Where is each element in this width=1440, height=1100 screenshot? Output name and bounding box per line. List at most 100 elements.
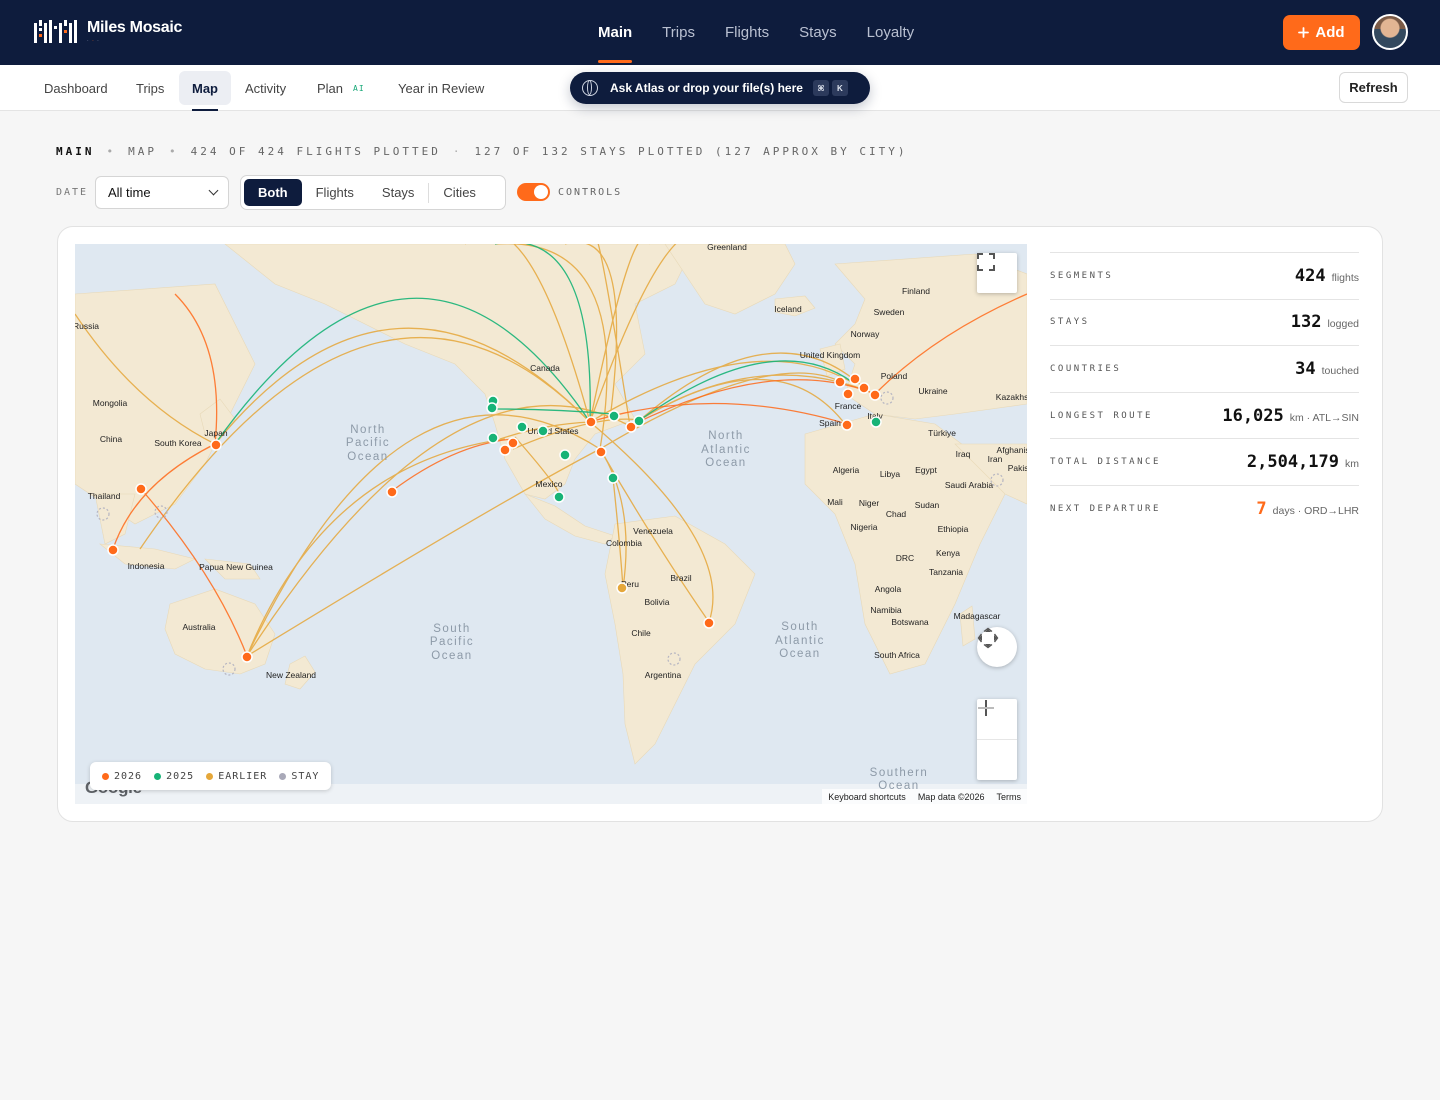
place-label: South Korea — [154, 438, 202, 448]
keyboard-shortcut: ⌘ K — [812, 80, 848, 96]
breadcrumb-root[interactable]: MAIN — [56, 145, 95, 158]
zoom-out-button[interactable] — [977, 707, 1017, 780]
airport-marker[interactable] — [585, 416, 597, 428]
airport-marker[interactable] — [607, 472, 619, 484]
place-label: Colombia — [606, 538, 642, 548]
main-nav-main[interactable]: Main — [583, 0, 647, 65]
tab-year-in-review[interactable]: Year in Review — [385, 71, 497, 105]
terms-link[interactable]: Terms — [997, 792, 1022, 802]
airport-marker[interactable] — [841, 419, 853, 431]
stat-value: 16,025 — [1222, 405, 1284, 426]
main-nav-trips[interactable]: Trips — [647, 0, 710, 65]
place-label: Kenya — [936, 548, 960, 558]
place-label: Libya — [880, 469, 901, 479]
ocean-south-pacific-3: Ocean — [431, 650, 472, 662]
airport-marker[interactable] — [386, 486, 398, 498]
place-label: Finland — [902, 286, 930, 296]
place-label: Norway — [851, 329, 881, 339]
date-range-select[interactable]: All time — [95, 176, 229, 209]
ask-atlas-bar[interactable]: Ask Atlas or drop your file(s) here ⌘ K — [570, 72, 870, 104]
place-label: Iraq — [956, 449, 971, 459]
airport-marker[interactable] — [849, 373, 861, 385]
airport-marker[interactable] — [608, 410, 620, 422]
mode-flights[interactable]: Flights — [302, 179, 368, 206]
mode-cities[interactable]: Cities — [429, 179, 490, 206]
main-nav-loyalty[interactable]: Loyalty — [852, 0, 930, 65]
airport-marker[interactable] — [858, 382, 870, 394]
airport-marker[interactable] — [703, 617, 715, 629]
add-button[interactable]: Add — [1283, 15, 1360, 50]
breadcrumb-page: MAP — [128, 145, 157, 158]
mode-stays[interactable]: Stays — [368, 179, 429, 206]
place-label: Russia — [75, 321, 99, 331]
airport-marker[interactable] — [210, 439, 222, 451]
map-canvas[interactable]: North Pacific Ocean North Atlantic Ocean… — [75, 244, 1027, 804]
airport-marker[interactable] — [842, 388, 854, 400]
app-name: Miles Mosaic — [87, 18, 183, 36]
flight-map[interactable]: North Pacific Ocean North Atlantic Ocean… — [75, 244, 1027, 804]
main-nav-stays[interactable]: Stays — [784, 0, 852, 65]
fullscreen-icon — [977, 253, 995, 271]
ocean-south-atlantic-3: Ocean — [779, 648, 820, 660]
airport-marker[interactable] — [834, 376, 846, 388]
place-label: Iran — [988, 454, 1003, 464]
main-nav-flights[interactable]: Flights — [710, 0, 784, 65]
place-label: United Kingdom — [800, 350, 860, 360]
top-bar: Miles Mosaic · · · Main Trips Flights St… — [0, 0, 1440, 65]
ocean-north-pacific-3: Ocean — [347, 451, 388, 463]
controls-toggle[interactable] — [517, 183, 550, 201]
add-button-label: Add — [1315, 24, 1345, 41]
airport-marker[interactable] — [107, 544, 119, 556]
airport-marker[interactable] — [241, 651, 253, 663]
legend-item-2026: 2026 — [102, 771, 142, 782]
keyboard-shortcuts-link[interactable]: Keyboard shortcuts — [828, 792, 906, 802]
airport-marker[interactable] — [537, 425, 549, 437]
airport-marker[interactable] — [869, 389, 881, 401]
app-logo[interactable]: Miles Mosaic · · · — [33, 18, 182, 45]
chevron-down-icon — [208, 185, 219, 196]
legend-label: STAY — [291, 770, 320, 782]
logo-mark-icon — [34, 20, 77, 43]
stat-label: COUNTRIES — [1050, 363, 1122, 374]
place-label: Nigeria — [851, 522, 878, 532]
legend-label: 2025 — [166, 770, 195, 782]
airport-marker[interactable] — [486, 402, 498, 414]
airport-marker[interactable] — [625, 421, 637, 433]
place-label: France — [835, 401, 862, 411]
user-avatar[interactable] — [1372, 14, 1408, 50]
airport-marker[interactable] — [487, 432, 499, 444]
place-label: Namibia — [870, 605, 901, 615]
airport-marker[interactable] — [516, 421, 528, 433]
place-label: Ukraine — [918, 386, 948, 396]
stat-unit: flights — [1331, 271, 1359, 284]
airport-marker[interactable] — [559, 449, 571, 461]
place-label: Türkiye — [928, 428, 956, 438]
tab-map[interactable]: Map — [179, 71, 231, 111]
tab-plan[interactable]: Plan AI — [304, 71, 378, 105]
airport-marker[interactable] — [135, 483, 147, 495]
place-label: Egypt — [915, 465, 937, 475]
place-label: Botswana — [891, 617, 929, 627]
airport-marker[interactable] — [595, 446, 607, 458]
pan-control[interactable] — [977, 627, 1017, 667]
breadcrumb-separator: • — [169, 145, 179, 158]
tab-dashboard[interactable]: Dashboard — [31, 71, 121, 105]
tab-plan-label: Plan — [317, 80, 344, 96]
fullscreen-button[interactable] — [977, 253, 1017, 293]
refresh-button[interactable]: Refresh — [1339, 72, 1408, 103]
k-key: K — [831, 80, 848, 96]
mode-both[interactable]: Both — [244, 179, 302, 206]
airport-marker[interactable] — [553, 491, 565, 503]
place-label: Brazil — [670, 573, 691, 583]
stat-unit: km · ATL→SIN — [1289, 411, 1359, 424]
ask-atlas-label: Ask Atlas or drop your file(s) here — [610, 81, 803, 95]
place-label: Ethiopia — [938, 524, 969, 534]
airport-marker[interactable] — [616, 582, 628, 594]
ai-badge: AI — [353, 83, 365, 93]
airport-marker[interactable] — [507, 437, 519, 449]
tab-trips[interactable]: Trips — [123, 71, 177, 105]
stat-value: 2,504,179 — [1246, 452, 1339, 473]
airport-marker[interactable] — [870, 416, 882, 428]
tab-activity[interactable]: Activity — [232, 71, 299, 105]
legend-item-stay: STAY — [279, 771, 319, 782]
